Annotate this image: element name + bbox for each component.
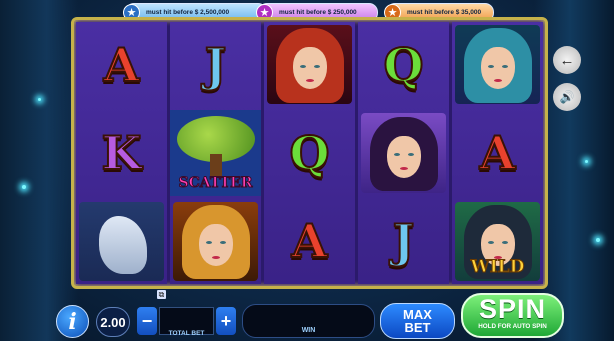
reel-3: Q A xyxy=(264,22,355,284)
symbol-cell xyxy=(452,22,543,107)
max-bet-button[interactable]: MAX BET xyxy=(380,303,455,339)
symbol-cell: A xyxy=(76,22,167,107)
eye xyxy=(501,241,508,245)
info-icon: i xyxy=(68,308,77,335)
purple-fairy-symbol xyxy=(361,113,446,193)
letter-symbol: J xyxy=(204,37,228,93)
arrow-left-icon: ← xyxy=(559,51,575,69)
jackpot-text: must hit before $ 2,500,000 xyxy=(146,9,230,16)
win-label: WIN xyxy=(301,327,316,334)
symbol-cell: Q xyxy=(358,22,449,107)
symbol-cell: J xyxy=(358,199,449,284)
spin-button[interactable]: SPIN HOLD FOR AUTO SPIN xyxy=(461,293,564,338)
firefly xyxy=(585,160,588,163)
tree-trunk xyxy=(209,154,222,177)
total-bet-label: TOTAL BET xyxy=(168,330,205,337)
jackpot-text: must hit before $ 250,000 xyxy=(279,9,357,16)
sound-button[interactable]: 🔊 xyxy=(553,83,581,111)
left-tree-silhouette xyxy=(0,0,78,341)
letter-symbol: A xyxy=(103,37,141,93)
unicorn-symbol xyxy=(79,201,164,281)
paytable-icon[interactable]: ⧉ xyxy=(157,290,166,299)
coin-value: 2.00 xyxy=(100,314,126,330)
face xyxy=(480,47,515,90)
coin-value-display[interactable]: 2.00 xyxy=(96,307,130,337)
symbol-cell: A xyxy=(264,199,355,284)
red-haired-lady-symbol xyxy=(267,25,352,105)
eye xyxy=(407,153,414,157)
max-bet-label-line2: BET xyxy=(404,320,431,335)
increase-bet-button[interactable]: + xyxy=(216,307,236,335)
face xyxy=(198,223,233,266)
symbol-cell: Q xyxy=(264,110,355,195)
teal-haired-queen-symbol xyxy=(455,25,540,105)
reel-5: A WILD xyxy=(452,22,543,284)
letter-symbol: Q xyxy=(288,125,330,181)
symbol-cell: J xyxy=(170,22,261,107)
total-bet-control: − TOTAL BET + xyxy=(137,304,236,338)
lips xyxy=(399,167,408,171)
lips xyxy=(493,79,502,83)
lips xyxy=(211,255,220,259)
reel-4: Q J xyxy=(358,22,449,284)
win-display: WIN xyxy=(242,304,375,338)
symbol-cell xyxy=(170,199,261,284)
decrease-bet-button[interactable]: − xyxy=(137,307,157,335)
reel-2: J SCATTER xyxy=(170,22,261,284)
eye xyxy=(299,64,306,68)
firefly xyxy=(22,185,26,189)
eye xyxy=(313,64,320,68)
firefly xyxy=(596,238,600,242)
letter-symbol: A xyxy=(291,213,329,269)
eye xyxy=(501,64,508,68)
letter-symbol: J xyxy=(392,213,416,269)
jackpot-text: must hit before $ 35,000 xyxy=(407,9,482,16)
reels-grid: A K J SCATTER Q A Q J A WILD xyxy=(76,22,543,284)
symbol-cell xyxy=(76,199,167,284)
wild-fairy-symbol: WILD xyxy=(455,201,540,281)
eye xyxy=(205,241,212,245)
wild-label: WILD xyxy=(470,256,525,277)
speaker-icon: 🔊 xyxy=(559,90,575,104)
face xyxy=(386,135,421,178)
letter-symbol: K xyxy=(101,125,143,181)
symbol-cell: K xyxy=(76,110,167,195)
auto-spin-hint: HOLD FOR AUTO SPIN xyxy=(478,323,547,330)
face xyxy=(292,47,327,90)
lips xyxy=(305,79,314,83)
blonde-fairy-symbol xyxy=(173,201,258,281)
eye xyxy=(219,241,226,245)
eye xyxy=(487,64,494,68)
scatter-label: SCATTER xyxy=(178,174,253,191)
spin-label: SPIN xyxy=(478,294,547,324)
firefly xyxy=(38,98,41,101)
symbol-cell: A xyxy=(452,110,543,195)
back-button[interactable]: ← xyxy=(553,46,581,74)
letter-symbol: Q xyxy=(382,37,424,93)
reel-1: A K xyxy=(76,22,167,284)
symbol-cell xyxy=(264,22,355,107)
eye xyxy=(393,153,400,157)
info-button[interactable]: i xyxy=(56,305,89,338)
unicorn-icon xyxy=(99,215,147,274)
eye xyxy=(487,241,494,245)
symbol-cell: SCATTER xyxy=(170,110,261,196)
symbol-cell xyxy=(358,110,449,195)
letter-symbol: A xyxy=(479,125,517,181)
symbol-cell: WILD xyxy=(452,199,543,284)
